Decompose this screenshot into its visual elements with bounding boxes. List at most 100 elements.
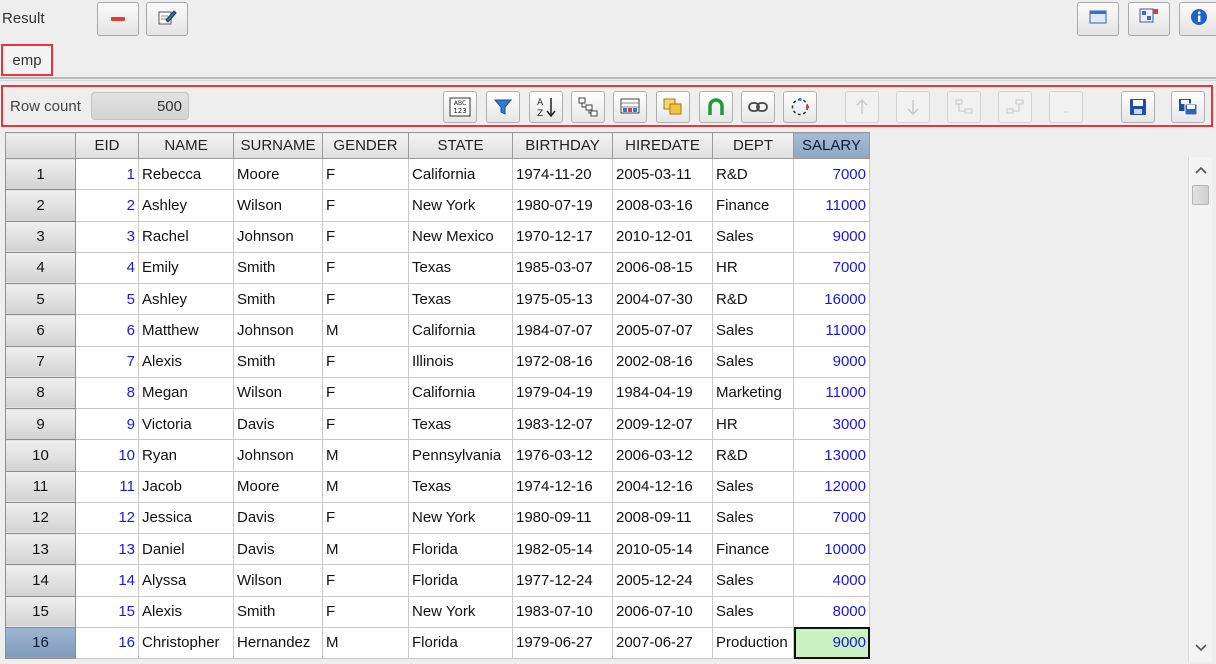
cell-eid[interactable]: 6 xyxy=(75,314,139,347)
cell-hiredate[interactable]: 2006-07-10 xyxy=(612,595,713,628)
intersection-button[interactable] xyxy=(699,91,733,123)
cell-eid[interactable]: 13 xyxy=(75,532,139,566)
cell-surname[interactable]: Johnson xyxy=(233,220,323,253)
cell-gender[interactable]: M xyxy=(322,314,409,347)
row-number[interactable]: 11 xyxy=(5,470,76,503)
cell-name[interactable]: Rebecca xyxy=(138,157,234,191)
cell-gender[interactable]: F xyxy=(322,595,409,628)
cell-eid[interactable]: 4 xyxy=(75,251,139,285)
cell-salary[interactable]: 9000 xyxy=(793,220,870,253)
table-row[interactable]: 13 13 Daniel Davis M Florida 1982-05-14 2010-05… xyxy=(5,532,870,566)
move-down-button[interactable] xyxy=(896,91,930,123)
cell-hiredate[interactable]: 2010-12-01 xyxy=(612,220,713,253)
cell-salary[interactable]: 16000 xyxy=(793,282,870,316)
cell-name[interactable]: Christopher xyxy=(138,626,234,660)
cell-salary[interactable]: 11000 xyxy=(793,314,870,347)
cell-name[interactable]: Daniel xyxy=(138,532,234,566)
cell-name[interactable]: Emily xyxy=(138,251,234,285)
cell-state[interactable]: Florida xyxy=(408,626,513,660)
cell-birthday[interactable]: 1976-03-12 xyxy=(512,439,613,472)
cell-name[interactable]: Ryan xyxy=(138,439,234,472)
scroll-thumb[interactable] xyxy=(1192,185,1209,205)
save-button[interactable] xyxy=(1121,91,1155,123)
cell-birthday[interactable]: 1974-11-20 xyxy=(512,157,613,191)
cell-state[interactable]: New Mexico xyxy=(408,220,513,253)
outdent-button[interactable] xyxy=(998,91,1032,123)
copy-button[interactable] xyxy=(656,91,690,123)
vertical-scrollbar[interactable] xyxy=(1188,157,1212,662)
cell-hiredate[interactable]: 2005-03-11 xyxy=(612,157,713,191)
cell-eid[interactable]: 8 xyxy=(75,376,139,410)
row-number[interactable]: 12 xyxy=(5,501,76,535)
table-row[interactable]: 5 5 Ashley Smith F Texas 1975-05-13 2004-07-30 R… xyxy=(5,282,870,316)
cell-state[interactable]: New York xyxy=(408,501,513,535)
table-row[interactable]: 16 16 Christopher Hernandez M Florida 1979-06-… xyxy=(5,626,870,660)
cell-surname[interactable]: Smith xyxy=(233,345,323,378)
cell-state[interactable]: California xyxy=(408,157,513,191)
window-button[interactable] xyxy=(1077,2,1119,36)
cell-dept[interactable]: Sales xyxy=(712,220,794,253)
cell-name[interactable]: Matthew xyxy=(138,314,234,347)
cell-dept[interactable]: Sales xyxy=(712,501,794,535)
layout-button[interactable] xyxy=(1128,2,1170,36)
row-number[interactable]: 2 xyxy=(5,189,76,222)
cell-salary[interactable]: 10000 xyxy=(793,532,870,566)
table-row[interactable]: 7 7 Alexis Smith F Illinois 1972-08-16 2002-08-… xyxy=(5,345,870,378)
column-header-name[interactable]: NAME xyxy=(138,132,234,159)
cell-eid[interactable]: 7 xyxy=(75,345,139,378)
row-number[interactable]: 4 xyxy=(5,251,76,285)
cell-eid[interactable]: 16 xyxy=(75,626,139,660)
row-number[interactable]: 5 xyxy=(5,282,76,316)
cell-name[interactable]: Jessica xyxy=(138,501,234,535)
cell-birthday[interactable]: 1983-07-10 xyxy=(512,595,613,628)
cell-surname[interactable]: Wilson xyxy=(233,189,323,222)
table-row[interactable]: 2 2 Ashley Wilson F New York 1980-07-19 2008-03… xyxy=(5,189,870,222)
cell-dept[interactable]: Sales xyxy=(712,470,794,503)
cell-dept[interactable]: R&D xyxy=(712,157,794,191)
table-row[interactable]: 12 12 Jessica Davis F New York 1980-09-11 2008-… xyxy=(5,501,870,535)
row-number[interactable]: 7 xyxy=(5,345,76,378)
cell-eid[interactable]: 3 xyxy=(75,220,139,253)
cell-state[interactable]: Texas xyxy=(408,282,513,316)
cell-gender[interactable]: F xyxy=(322,407,409,441)
cell-eid[interactable]: 5 xyxy=(75,282,139,316)
grid-color-button[interactable] xyxy=(613,91,647,123)
cell-birthday[interactable]: 1982-05-14 xyxy=(512,532,613,566)
cell-surname[interactable]: Davis xyxy=(233,407,323,441)
cell-dept[interactable]: Finance xyxy=(712,189,794,222)
cell-state[interactable]: New York xyxy=(408,189,513,222)
scroll-up-arrow[interactable] xyxy=(1190,159,1212,181)
cell-hiredate[interactable]: 2006-08-15 xyxy=(612,251,713,285)
cell-gender[interactable]: F xyxy=(322,189,409,222)
cell-gender[interactable]: F xyxy=(322,282,409,316)
cell-gender[interactable]: M xyxy=(322,439,409,472)
cell-dept[interactable]: HR xyxy=(712,407,794,441)
row-number[interactable]: 3 xyxy=(5,220,76,253)
sort-button[interactable]: AZ xyxy=(529,91,563,123)
table-row[interactable]: 14 14 Alyssa Wilson F Florida 1977-12-24 2005-1… xyxy=(5,564,870,597)
column-header-salary[interactable]: SALARY xyxy=(793,132,870,159)
cell-surname[interactable]: Smith xyxy=(233,595,323,628)
cell-dept[interactable]: Sales xyxy=(712,564,794,597)
cell-hiredate[interactable]: 2008-09-11 xyxy=(612,501,713,535)
cell-hiredate[interactable]: 2010-05-14 xyxy=(612,532,713,566)
table-row[interactable]: 3 3 Rachel Johnson F New Mexico 1970-12-17 2010… xyxy=(5,220,870,253)
cell-birthday[interactable]: 1974-12-16 xyxy=(512,470,613,503)
cell-gender[interactable]: F xyxy=(322,501,409,535)
save-as-button[interactable] xyxy=(1171,91,1205,123)
cell-hiredate[interactable]: 2009-12-07 xyxy=(612,407,713,441)
row-number[interactable]: 9 xyxy=(5,407,76,441)
cell-eid[interactable]: 10 xyxy=(75,439,139,472)
cell-salary[interactable]: 8000 xyxy=(793,595,870,628)
cell-eid[interactable]: 2 xyxy=(75,189,139,222)
cell-name[interactable]: Alyssa xyxy=(138,564,234,597)
cell-state[interactable]: Florida xyxy=(408,532,513,566)
cell-hiredate[interactable]: 2005-12-24 xyxy=(612,564,713,597)
cell-surname[interactable]: Moore xyxy=(233,470,323,503)
table-row[interactable]: 8 8 Megan Wilson F California 1979-04-19 1984-0… xyxy=(5,376,870,410)
cell-salary[interactable]: 9000 xyxy=(793,626,870,660)
cell-surname[interactable]: Moore xyxy=(233,157,323,191)
column-header-birthday[interactable]: BIRTHDAY xyxy=(512,132,613,159)
move-up-button[interactable] xyxy=(845,91,879,123)
cell-birthday[interactable]: 1979-04-19 xyxy=(512,376,613,410)
